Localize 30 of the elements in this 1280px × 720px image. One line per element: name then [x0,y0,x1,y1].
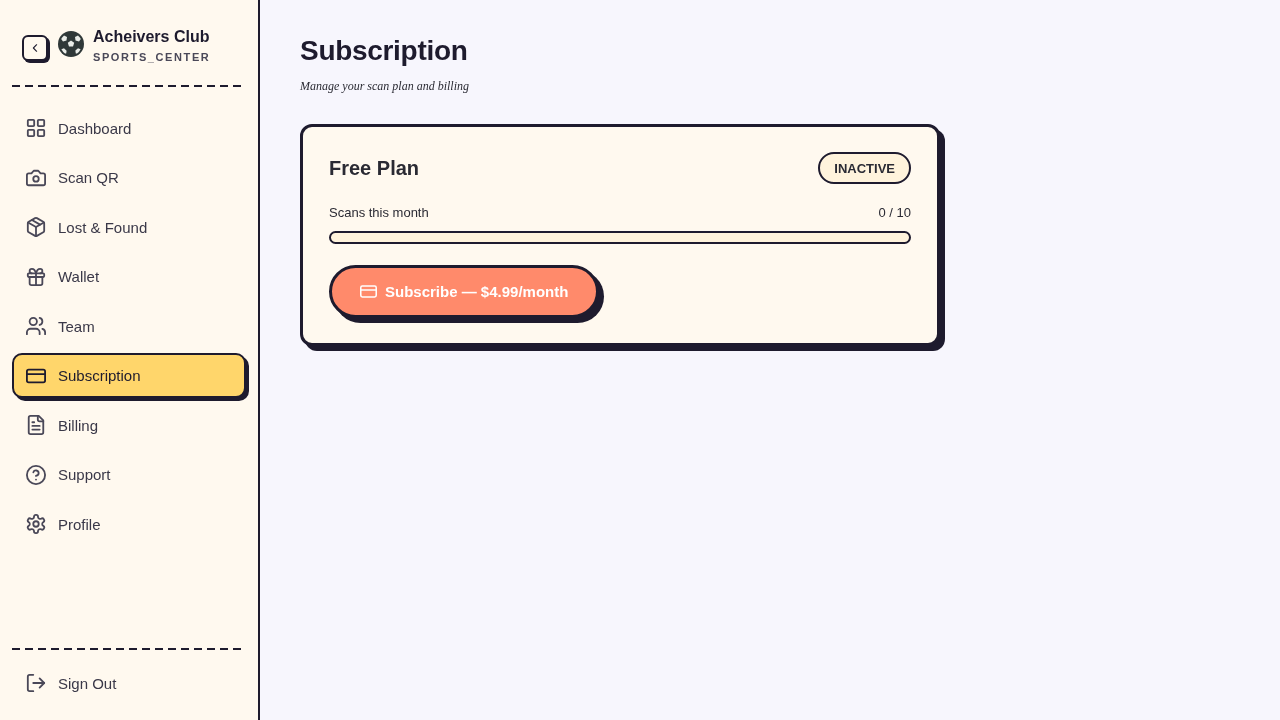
sign-out-icon [26,673,46,693]
brand-name: Acheivers Club [93,27,211,47]
grid-icon [26,118,46,138]
help-icon [26,464,46,485]
document-icon [26,415,46,435]
gift-icon [26,266,46,287]
status-badge: INACTIVE [818,152,911,184]
nav-item[interactable]: Support [12,452,246,497]
nav-item[interactable]: Lost & Found [12,204,246,250]
usage-label: Scans this month [329,204,429,222]
page-subtitle: Manage your scan plan and billing [300,78,469,94]
brand-subtitle: SPORTS_CENTER [93,50,211,64]
page-title: Subscription [300,35,468,67]
people-icon [26,316,46,336]
nav-item[interactable]: Billing [12,402,246,448]
usage-reading: 0 / 10 [878,204,911,222]
nav-item[interactable]: Scan QR [12,155,246,200]
nav-item[interactable]: Subscription [12,353,246,398]
nav-item[interactable]: Team [12,303,246,349]
plan-name: Free Plan [329,156,420,180]
card-icon [360,283,377,300]
sign-out-button[interactable]: Sign Out [12,660,246,706]
nav-item[interactable]: Profile [12,501,246,547]
settings-icon [26,514,46,534]
back-button[interactable] [22,35,48,61]
nav-item[interactable]: Wallet [12,254,246,299]
ball-icon [58,31,84,57]
box-icon [26,217,46,237]
nav-item[interactable]: Dashboard [12,105,246,151]
camera-icon [26,167,46,188]
